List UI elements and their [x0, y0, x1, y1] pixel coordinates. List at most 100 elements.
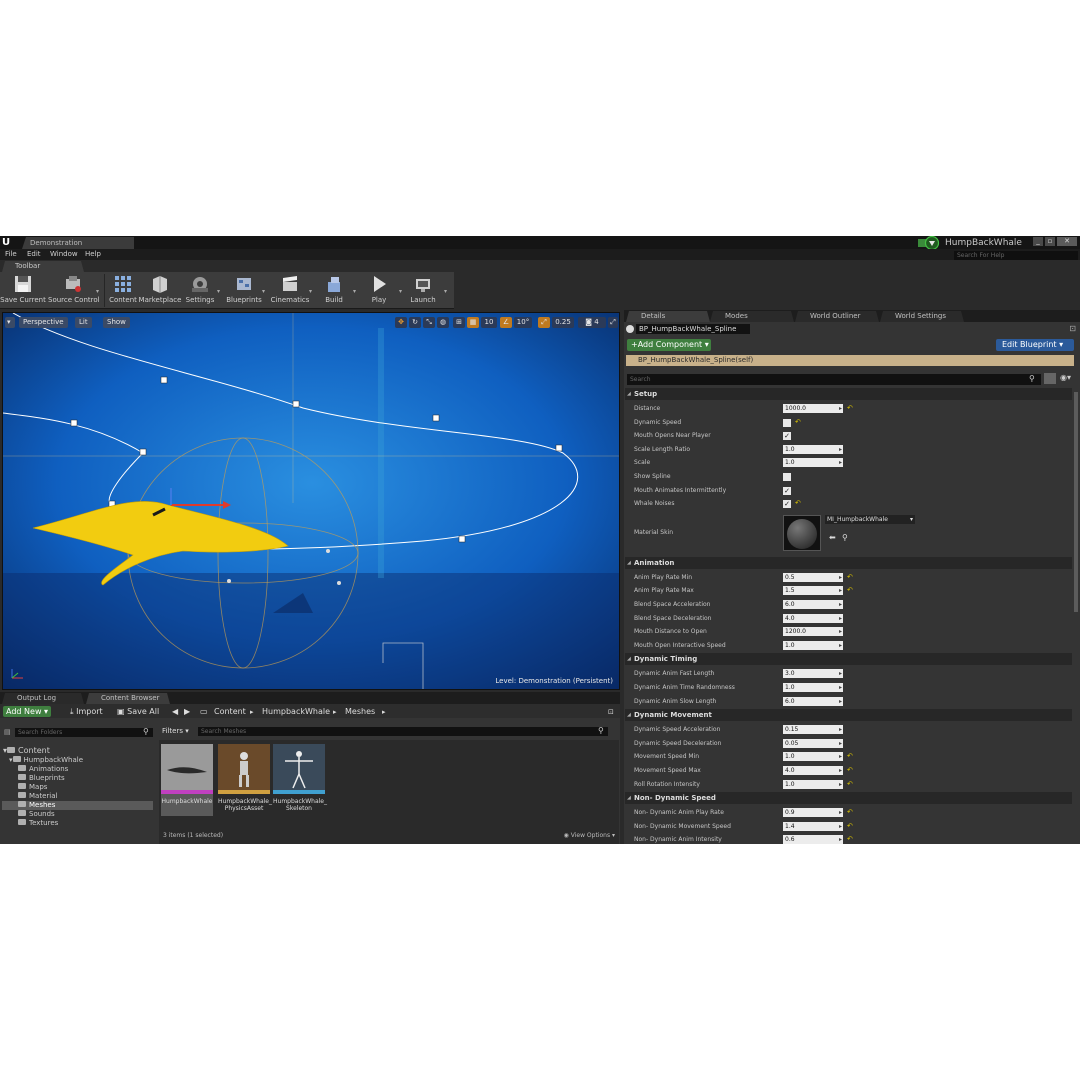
- maximize-button[interactable]: ▫: [1045, 237, 1055, 246]
- rotate-tool-icon[interactable]: ↻: [409, 317, 421, 328]
- property-checkbox[interactable]: [783, 418, 791, 427]
- menu-file[interactable]: File: [5, 249, 17, 260]
- property-value-field[interactable]: 1.0: [783, 640, 843, 650]
- folder-material[interactable]: Material: [18, 792, 57, 801]
- tab-output-log[interactable]: Output Log: [2, 693, 84, 704]
- surface-snap-icon[interactable]: ⊞: [453, 317, 465, 328]
- property-value-field[interactable]: 1200.0: [783, 627, 843, 637]
- close-button[interactable]: ✕: [1057, 237, 1077, 246]
- toolbar-tab[interactable]: Toolbar: [2, 261, 84, 272]
- sources-toggle-icon[interactable]: ▤: [4, 728, 11, 736]
- reset-to-default-icon[interactable]: ↶: [847, 402, 853, 415]
- grid-snap-value[interactable]: 10: [481, 317, 497, 328]
- edit-blueprint-button[interactable]: Edit Blueprint ▾: [996, 339, 1074, 351]
- folder-animations[interactable]: Animations: [18, 765, 68, 774]
- property-value-field[interactable]: 1.0: [783, 752, 843, 762]
- unreal-logo-icon[interactable]: U: [2, 237, 13, 248]
- add-component-button[interactable]: +Add Component ▾: [627, 339, 711, 351]
- tab-modes[interactable]: Modes: [710, 311, 794, 322]
- tab-content-browser[interactable]: Content Browser: [86, 693, 170, 704]
- tab-details[interactable]: Details: [626, 311, 710, 322]
- perspective-button[interactable]: Perspective: [19, 317, 68, 328]
- folder-sounds[interactable]: Sounds: [18, 810, 55, 819]
- breadcrumb-content[interactable]: Content: [214, 707, 246, 717]
- folder-meshes[interactable]: Meshes: [2, 801, 153, 810]
- breadcrumb-humpbackwhale[interactable]: HumpbackWhale: [262, 707, 330, 717]
- property-value-field[interactable]: 3.0: [783, 669, 843, 679]
- reset-to-default-icon[interactable]: ↶: [847, 806, 853, 819]
- minimize-button[interactable]: _: [1033, 237, 1043, 246]
- property-value-field[interactable]: 1.0: [783, 444, 843, 454]
- details-scrollbar[interactable]: [1074, 392, 1078, 612]
- property-value-field[interactable]: 1.0: [783, 683, 843, 692]
- chevron-down-icon[interactable]: ▾: [444, 288, 447, 295]
- property-value-field[interactable]: 1.0: [783, 779, 843, 789]
- camera-speed-value[interactable]: ◙ 4: [578, 317, 606, 328]
- reset-to-default-icon[interactable]: ↶: [847, 750, 853, 763]
- document-tab[interactable]: Demonstration: [22, 237, 134, 249]
- save-current-button[interactable]: Save Current: [0, 274, 48, 307]
- rotation-snap-value[interactable]: 10°: [514, 317, 532, 328]
- property-value-field[interactable]: 1.5: [783, 586, 843, 596]
- breadcrumb-meshes[interactable]: Meshes: [345, 707, 375, 717]
- tab-world-settings[interactable]: World Settings: [880, 311, 964, 322]
- property-value-field[interactable]: 6.0: [783, 696, 843, 706]
- search-folders-input[interactable]: Search Folders: [15, 728, 153, 737]
- back-arrow-icon[interactable]: ◀: [172, 707, 178, 717]
- property-value-field[interactable]: 0.05: [783, 738, 843, 748]
- property-matrix-icon[interactable]: [1044, 373, 1056, 384]
- menu-edit[interactable]: Edit: [27, 249, 41, 260]
- property-value-field[interactable]: 6.0: [783, 600, 843, 609]
- reset-to-default-icon[interactable]: ↶: [847, 833, 853, 844]
- reset-to-default-icon[interactable]: ↶: [847, 571, 853, 584]
- lit-button[interactable]: Lit: [75, 317, 92, 328]
- viewport-options-button[interactable]: ▾: [5, 317, 15, 328]
- cinematics-button[interactable]: Cinematics: [265, 274, 315, 307]
- filters-button[interactable]: Filters ▾: [162, 726, 189, 737]
- property-checkbox[interactable]: [783, 473, 791, 481]
- category-dynamic-timing[interactable]: Dynamic Timing: [625, 653, 1072, 666]
- reset-to-default-icon[interactable]: ↶: [795, 416, 801, 429]
- property-value-field[interactable]: 0.15: [783, 725, 843, 735]
- category-setup[interactable]: Setup: [625, 388, 1072, 400]
- play-button[interactable]: Play: [354, 274, 404, 307]
- search-meshes-input[interactable]: Search Meshes: [198, 727, 608, 736]
- add-new-button[interactable]: Add New ▾: [3, 706, 52, 717]
- tab-world-outliner[interactable]: World Outliner: [795, 311, 879, 322]
- property-checkbox[interactable]: ✓: [783, 500, 791, 509]
- rotation-snap-icon[interactable]: ∠: [500, 317, 512, 328]
- forward-arrow-icon[interactable]: ▶: [184, 707, 190, 717]
- property-value-field[interactable]: 1000.0: [783, 404, 843, 413]
- lock-icon[interactable]: ⊡: [608, 707, 614, 717]
- level-viewport[interactable]: ▾ Perspective Lit Show ✥ ↻ ⤡ ◍ ⊞ ▦ 10 ∠ …: [2, 312, 620, 690]
- build-button[interactable]: Build: [309, 274, 359, 307]
- browse-search-icon[interactable]: ⚲: [842, 531, 848, 544]
- category-dynamic-movement[interactable]: Dynamic Movement: [625, 709, 1072, 722]
- property-value-field[interactable]: 4.0: [783, 613, 843, 623]
- property-value-field[interactable]: 0.9: [783, 808, 843, 818]
- use-selected-arrow-icon[interactable]: ⬅: [829, 531, 836, 544]
- maximize-viewport-icon[interactable]: ⤢: [608, 317, 618, 328]
- viewport-scene[interactable]: [3, 313, 620, 690]
- scale-tool-icon[interactable]: ⤡: [423, 317, 435, 328]
- eye-icon[interactable]: ◉▾: [1060, 373, 1071, 382]
- property-checkbox[interactable]: ✓: [783, 486, 791, 495]
- folder-blueprints[interactable]: Blueprints: [18, 774, 65, 783]
- reset-to-default-icon[interactable]: ↶: [847, 778, 853, 791]
- help-search-input[interactable]: Search For Help: [954, 251, 1078, 260]
- reset-to-default-icon[interactable]: ↶: [847, 584, 853, 597]
- component-self-row[interactable]: BP_HumpBackWhale_Spline(self): [626, 355, 1074, 366]
- actor-name-field[interactable]: BP_HumpBackWhale_Spline: [636, 324, 750, 334]
- category-non-dynamic-speed[interactable]: Non- Dynamic Speed: [625, 792, 1072, 805]
- property-value-field[interactable]: 0.5: [783, 572, 843, 582]
- source-control-button[interactable]: Source Control: [48, 274, 100, 307]
- menu-window[interactable]: Window: [50, 249, 78, 260]
- menu-help[interactable]: Help: [85, 249, 101, 260]
- scale-snap-value[interactable]: 0.25: [552, 317, 574, 328]
- show-button[interactable]: Show: [103, 317, 130, 328]
- folder-textures[interactable]: Textures: [18, 819, 58, 828]
- reset-to-default-icon[interactable]: ↶: [847, 764, 853, 777]
- translate-tool-icon[interactable]: ✥: [395, 317, 407, 328]
- details-search-input[interactable]: Search: [627, 374, 1041, 385]
- grid-snap-icon[interactable]: ▦: [467, 317, 479, 328]
